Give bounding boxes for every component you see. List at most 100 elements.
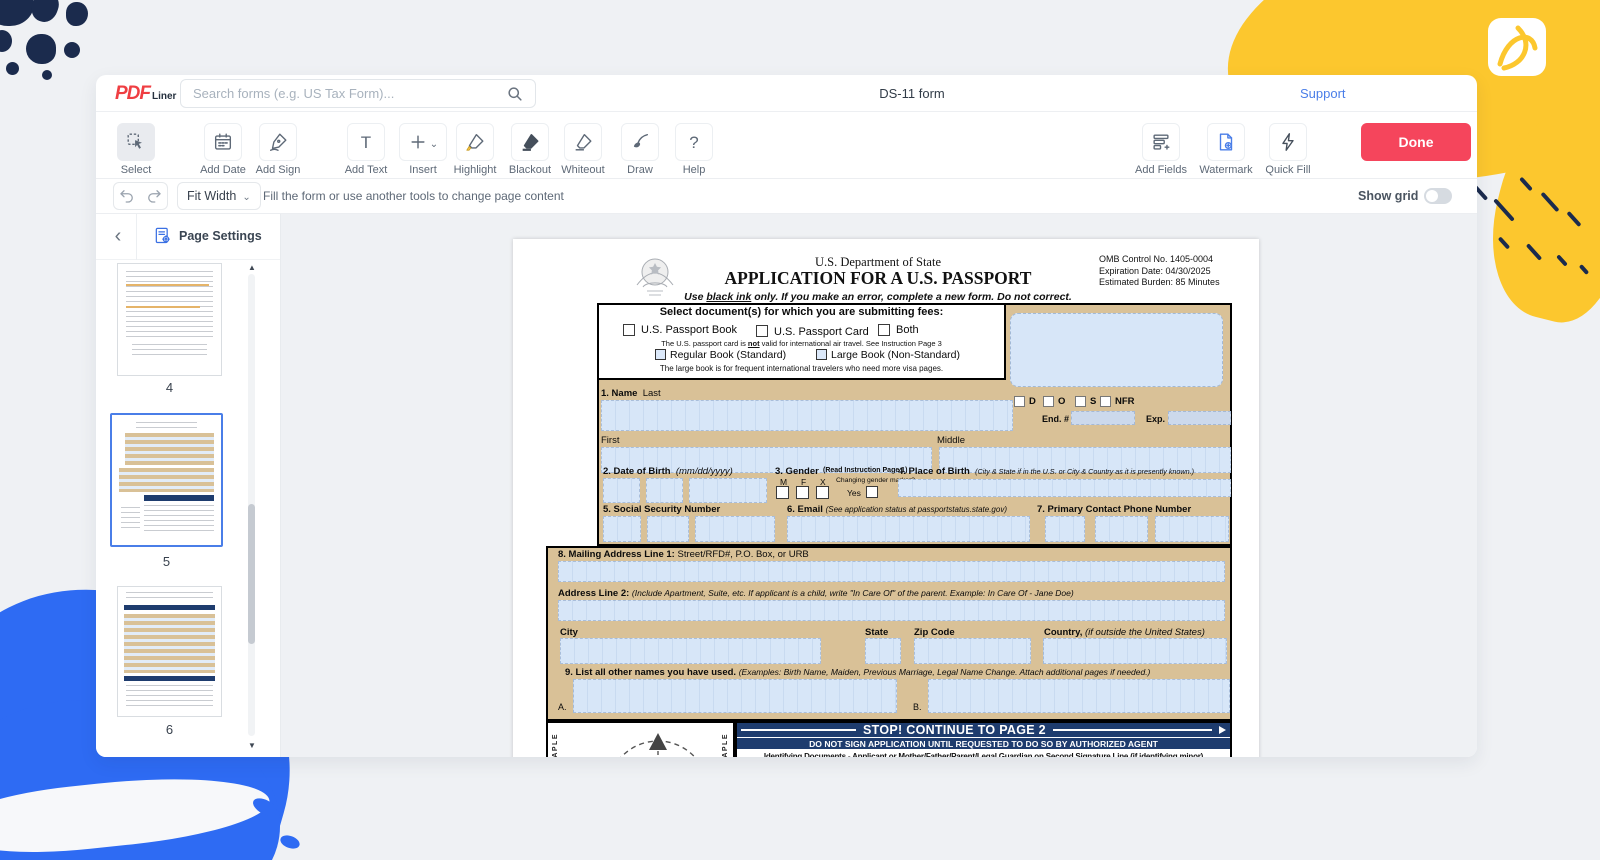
watermark-button[interactable]: Watermark (1207, 123, 1245, 161)
ssn-field-1[interactable] (603, 516, 641, 542)
d-checkbox[interactable] (1014, 396, 1025, 407)
country-field[interactable] (1043, 638, 1227, 664)
brand-tile (1488, 18, 1546, 76)
fields-list-icon (1142, 123, 1180, 161)
b-label: B. (913, 702, 922, 712)
both-checkbox[interactable] (878, 324, 890, 336)
city-label: City (560, 627, 578, 638)
chevron-down-icon: ⌄ (430, 139, 438, 150)
stop-banner-line1: STOP! CONTINUE TO PAGE 2 (737, 723, 1230, 737)
stop-text: STOP! CONTINUE TO PAGE 2 (863, 723, 1046, 737)
add-fields-button[interactable]: Add Fields (1142, 123, 1180, 161)
page-thumbnail-4[interactable] (117, 263, 222, 376)
paintbrush-icon (621, 123, 659, 161)
support-link[interactable]: Support (1300, 86, 1346, 101)
gender-f-checkbox[interactable] (796, 486, 809, 499)
page-settings-button[interactable]: Page Settings (153, 226, 262, 246)
s-checkbox[interactable] (1075, 396, 1086, 407)
s8-label: 8. Mailing Address Line 1: Street/RFD#, … (558, 549, 809, 560)
help-button[interactable]: ? Help (675, 123, 713, 161)
gender-m-checkbox[interactable] (776, 486, 789, 499)
redo-button[interactable] (140, 182, 168, 210)
decor-dot (0, 30, 12, 52)
decor-dot (66, 2, 88, 26)
s6-label: 6. Email (See application status at pass… (787, 504, 1007, 515)
large-book-note: The large book is for frequent internati… (608, 364, 995, 373)
stop-banner-box: STOP! CONTINUE TO PAGE 2 DO NOT SIGN APP… (735, 721, 1232, 757)
draw-button[interactable]: Draw (621, 123, 659, 161)
show-grid-toggle[interactable] (1424, 188, 1452, 204)
pdfliner-logo[interactable]: PDF Liner (115, 83, 176, 105)
phone-field-1[interactable] (1045, 516, 1085, 542)
passport-book-label: U.S. Passport Book (641, 324, 737, 336)
thumb-banner (124, 676, 215, 681)
form-title: APPLICATION FOR A U.S. PASSPORT (678, 268, 1078, 289)
city-field[interactable] (560, 638, 821, 664)
address-line1-field[interactable] (558, 561, 1225, 582)
dob-year-field[interactable] (689, 478, 767, 503)
address-line2-label: Address Line 2: (Include Apartment, Suit… (558, 588, 1074, 599)
email-field[interactable] (787, 516, 1030, 542)
decor-yellow-dot (1398, 6, 1412, 20)
banner-dash-right (1053, 729, 1212, 731)
address-line2-field[interactable] (558, 600, 1225, 621)
window-body: ‹ Page Settings (96, 214, 1477, 757)
page-settings-label: Page Settings (179, 229, 262, 243)
dob-month-field[interactable] (603, 478, 640, 503)
undo-button[interactable] (113, 182, 141, 210)
ssn-field-3[interactable] (695, 516, 775, 542)
decor-dot (42, 70, 52, 80)
whiteout-button[interactable]: Whiteout (564, 123, 602, 161)
state-field[interactable] (865, 638, 901, 664)
zip-field[interactable] (914, 638, 1031, 664)
search-input[interactable] (181, 80, 535, 107)
place-of-birth-field[interactable] (898, 479, 1231, 497)
zoom-mode-dropdown[interactable]: Fit Width ⌄ (177, 182, 261, 210)
nfr-label: NFR (1115, 396, 1135, 407)
both-label: Both (896, 324, 919, 336)
scroll-up-arrow[interactable]: ▲ (245, 263, 259, 272)
card-note: The U.S. passport card is not valid for … (608, 339, 995, 348)
pages-sidebar: ‹ Page Settings (96, 214, 281, 757)
sub-toolbar: Fit Width ⌄ Fill the form or use another… (96, 179, 1477, 214)
add-date-button[interactable]: Add Date (204, 123, 242, 161)
nfr-checkbox[interactable] (1100, 396, 1111, 407)
blackout-button[interactable]: Blackout (511, 123, 549, 161)
scrollbar-thumb[interactable] (248, 504, 255, 644)
add-sign-button[interactable]: Add Sign (259, 123, 297, 161)
photo-field[interactable] (1010, 313, 1223, 387)
chevron-down-icon: ⌄ (242, 192, 250, 203)
add-text-button[interactable]: T Add Text (347, 123, 385, 161)
other-name-b-field[interactable] (928, 679, 1230, 713)
scroll-down-arrow[interactable]: ▼ (245, 741, 259, 750)
insert-button[interactable]: ⌄ Insert (399, 123, 447, 161)
document-title: DS-11 form (852, 86, 972, 101)
gender-x-checkbox[interactable] (816, 486, 829, 499)
ssn-field-2[interactable] (647, 516, 689, 542)
decor-dot (26, 34, 56, 64)
o-checkbox[interactable] (1043, 396, 1054, 407)
omb-expiration: Expiration Date: 04/30/2025 (1099, 266, 1244, 278)
thumb-text-lines (132, 344, 206, 357)
black-ink-notice: Use black ink only. If you make an error… (633, 291, 1123, 303)
passport-card-checkbox[interactable] (756, 325, 768, 337)
passport-book-checkbox[interactable] (623, 324, 635, 336)
other-name-a-field[interactable] (573, 679, 897, 713)
end-number-field[interactable] (1071, 411, 1135, 425)
large-book-checkbox[interactable] (816, 349, 827, 360)
done-button[interactable]: Done (1361, 123, 1471, 161)
highlight-button[interactable]: Highlight (456, 123, 494, 161)
last-name-field[interactable] (601, 400, 1013, 431)
dob-day-field[interactable] (646, 478, 683, 503)
page-thumbnail-6[interactable] (117, 586, 222, 717)
regular-book-checkbox[interactable] (655, 349, 666, 360)
page-thumbnail-5-selected[interactable] (110, 413, 223, 547)
select-button[interactable]: Select (117, 123, 155, 161)
phone-field-3[interactable] (1155, 516, 1229, 542)
collapse-sidebar-button[interactable]: ‹ (104, 223, 132, 251)
quick-fill-button[interactable]: Quick Fill (1269, 123, 1307, 161)
exp-field[interactable] (1168, 411, 1231, 425)
search-icon[interactable] (505, 84, 525, 104)
phone-field-2[interactable] (1095, 516, 1148, 542)
gender-yes-checkbox[interactable] (866, 486, 878, 498)
